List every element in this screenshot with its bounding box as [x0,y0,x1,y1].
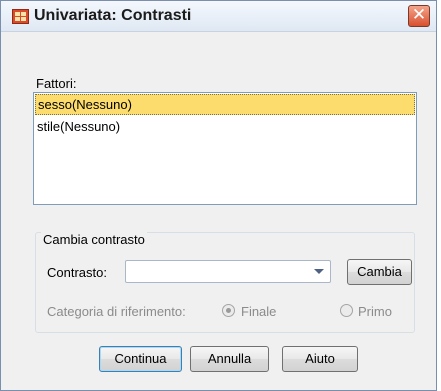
radio-dot-icon [226,308,231,313]
reference-category-label: Categoria di riferimento: [47,304,186,319]
window-title: Univariata: Contrasti [34,7,192,24]
table-grid-icon [12,9,29,24]
radio-final[interactable] [222,304,235,317]
change-contrast-group-label: Cambia contrasto [41,232,147,247]
title-bar[interactable]: Univariata: Contrasti ✕ [1,1,436,32]
contrast-label: Contrasto: [47,265,107,280]
list-item[interactable]: sesso(Nessuno) [35,94,415,115]
close-icon: ✕ [411,5,427,25]
chevron-down-icon[interactable] [314,269,324,274]
contrast-dropdown[interactable] [125,260,331,283]
list-item[interactable]: stile(Nessuno) [35,116,415,137]
change-button[interactable]: Cambia [347,259,412,285]
radio-final-label: Finale [241,304,277,319]
factors-label: Fattori: [36,76,77,91]
cancel-button[interactable]: Annulla [190,346,269,372]
factors-listbox[interactable]: sesso(Nessuno) stile(Nessuno) [33,92,417,205]
close-button[interactable]: ✕ [408,5,430,27]
continue-button[interactable]: Continua [99,346,182,372]
radio-first[interactable] [340,304,353,317]
dialog-window: Univariata: Contrasti ✕ Fattori: sesso(N… [0,0,437,391]
help-button[interactable]: Aiuto [282,346,358,372]
radio-first-label: Primo [358,304,392,319]
